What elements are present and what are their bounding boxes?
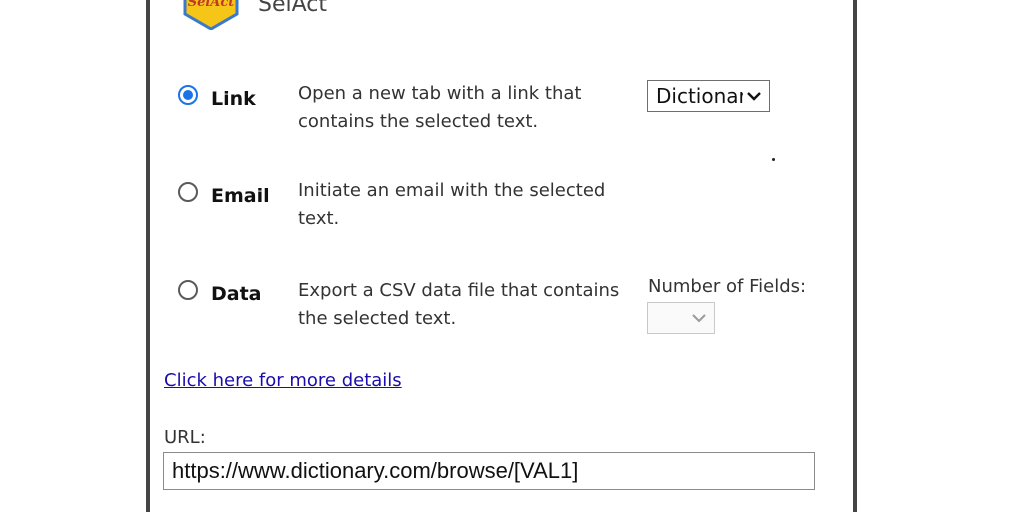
option-label-email: Email xyxy=(211,185,270,207)
chevron-down-icon xyxy=(747,92,761,101)
option-label-link: Link xyxy=(211,88,256,110)
number-of-fields-select[interactable] xyxy=(647,302,715,334)
window-right-border xyxy=(853,0,857,512)
option-description-link: Open a new tab with a link that contains… xyxy=(298,83,582,132)
option-description-email: Initiate an email with the selected text… xyxy=(298,180,606,229)
number-of-fields-label: Number of Fields: xyxy=(648,276,807,297)
chevron-down-icon xyxy=(692,314,706,323)
url-label: URL: xyxy=(164,427,206,448)
radio-email[interactable] xyxy=(178,182,198,202)
app-title: SelAct xyxy=(258,0,327,17)
link-type-select-value: Dictionary xyxy=(656,84,743,108)
radio-link[interactable] xyxy=(178,85,198,105)
more-details-link[interactable]: Click here for more details xyxy=(164,370,402,391)
svg-text:SelAct: SelAct xyxy=(188,0,235,10)
radio-data[interactable] xyxy=(178,280,198,300)
window-left-border xyxy=(146,0,150,512)
option-label-data: Data xyxy=(211,283,262,305)
option-description-data: Export a CSV data file that contains the… xyxy=(298,280,620,329)
url-input[interactable] xyxy=(163,452,815,490)
selact-logo: SelAct xyxy=(182,0,240,30)
link-type-select[interactable]: Dictionary xyxy=(647,80,770,112)
stray-dot xyxy=(772,158,775,161)
